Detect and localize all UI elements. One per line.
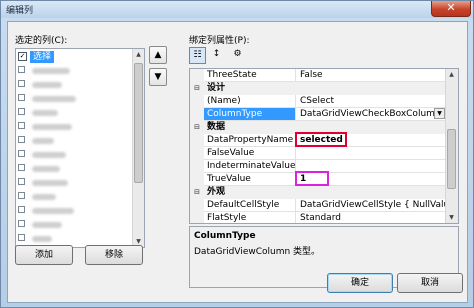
list-item-selected[interactable]: ✓ 选择 [18, 51, 128, 63]
column-icon [18, 178, 25, 185]
list-item-label: 选择 [30, 51, 55, 63]
collapse-icon[interactable]: ⊟ [190, 82, 204, 95]
column-icon [18, 150, 25, 157]
property-row-columntype[interactable]: ColumnType DataGridViewCheckBoxColumn ▼ [190, 108, 446, 121]
column-icon [18, 94, 25, 101]
move-down-icon: ▼ [154, 72, 162, 82]
list-item[interactable] [18, 219, 128, 231]
scroll-thumb[interactable] [447, 129, 456, 189]
list-item[interactable] [18, 163, 128, 175]
dialog-body: 选定的列(C): ✓ 选择 ▲ ▼ ▲ ▼ 添加 移除 绑定列属性(P): ☷ … [7, 21, 468, 303]
column-icon [18, 206, 25, 213]
column-icon [18, 66, 25, 73]
blurred-item-text [32, 222, 62, 228]
selected-columns-list[interactable]: ✓ 选择 ▲ ▼ [15, 48, 145, 248]
scroll-thumb[interactable] [134, 63, 143, 183]
categorized-button[interactable]: ☷ [189, 47, 206, 64]
column-icon [18, 164, 25, 171]
alphabetical-button[interactable]: ↕ [208, 47, 225, 64]
move-down-button[interactable]: ▼ [149, 68, 167, 86]
blurred-item-text [32, 110, 58, 116]
column-icon [18, 122, 25, 129]
description-text: DataGridViewColumn 类型。 [194, 247, 321, 257]
collapse-icon[interactable]: ⊟ [190, 121, 204, 134]
collapse-icon[interactable]: ⊟ [190, 186, 204, 199]
move-up-button[interactable]: ▲ [149, 46, 167, 64]
blurred-item-text [32, 180, 68, 186]
list-item[interactable] [18, 177, 128, 189]
alphabetical-icon: ↕ [212, 49, 221, 59]
grid-scrollbar[interactable]: ▲ ▼ [445, 69, 458, 223]
column-icon [18, 108, 25, 115]
column-icon [18, 192, 25, 199]
description-title: ColumnType [194, 231, 256, 241]
list-item[interactable] [18, 79, 128, 91]
scroll-up-icon[interactable]: ▲ [133, 49, 144, 60]
highlight-box-red [295, 132, 347, 147]
list-item[interactable] [18, 65, 128, 77]
blurred-item-text [32, 138, 54, 144]
blurred-item-text [32, 82, 62, 88]
ok-button[interactable]: 确定 [327, 273, 393, 293]
category-appearance[interactable]: ⊟ 外观 [190, 186, 446, 199]
checkbox-icon: ✓ [18, 52, 27, 61]
property-grid: ThreeState False ⊟ 设计 (Name) CSelect Col… [189, 68, 459, 224]
column-icon [18, 220, 25, 227]
property-row-name[interactable]: (Name) CSelect [190, 95, 446, 108]
edit-columns-dialog: 编辑列 ✕ 选定的列(C): ✓ 选择 ▲ ▼ ▲ ▼ 添加 移除 绑定列属性(… [0, 0, 474, 308]
blurred-item-text [32, 68, 70, 74]
list-item[interactable] [18, 135, 128, 147]
column-icon [18, 136, 25, 143]
property-pages-icon: ⚙ [233, 49, 242, 59]
categorized-icon: ☷ [193, 50, 202, 60]
list-item[interactable] [18, 107, 128, 119]
list-item[interactable] [18, 233, 128, 245]
cancel-button[interactable]: 取消 [397, 273, 463, 293]
blurred-item-text [32, 124, 72, 130]
blurred-item-text [32, 194, 56, 200]
blurred-item-text [32, 166, 60, 172]
add-button[interactable]: 添加 [15, 245, 73, 265]
property-pages-button[interactable]: ⚙ [229, 47, 246, 64]
property-row-falsevalue[interactable]: FalseValue [190, 147, 446, 160]
blurred-item-text [32, 152, 66, 158]
remove-button[interactable]: 移除 [85, 245, 143, 265]
property-row-defaultcellstyle[interactable]: DefaultCellStyle DataGridViewCellStyle {… [190, 199, 446, 212]
list-item[interactable] [18, 93, 128, 105]
window-title: 编辑列 [6, 6, 34, 16]
selected-columns-label: 选定的列(C): [15, 36, 68, 46]
dropdown-arrow-icon[interactable]: ▼ [434, 108, 445, 119]
bound-column-properties-label: 绑定列属性(P): [189, 36, 250, 46]
highlight-box-magenta [295, 171, 329, 186]
close-button[interactable]: ✕ [431, 1, 471, 17]
list-item[interactable] [18, 149, 128, 161]
property-row-threestate[interactable]: ThreeState False [190, 69, 446, 82]
column-icon [18, 80, 25, 87]
column-icon [18, 234, 25, 241]
list-scrollbar[interactable]: ▲ ▼ [132, 49, 144, 247]
blurred-item-text [32, 236, 52, 242]
scroll-up-icon[interactable]: ▲ [446, 69, 457, 80]
close-icon: ✕ [446, 1, 456, 14]
list-item[interactable] [18, 205, 128, 217]
list-item[interactable] [18, 191, 128, 203]
property-row-flatstyle[interactable]: FlatStyle Standard [190, 212, 446, 223]
category-design[interactable]: ⊟ 设计 [190, 82, 446, 95]
title-bar[interactable]: 编辑列 ✕ [1, 1, 473, 18]
list-item[interactable] [18, 121, 128, 133]
move-up-icon: ▲ [154, 50, 162, 60]
scroll-down-icon[interactable]: ▼ [446, 212, 457, 223]
blurred-item-text [32, 96, 76, 102]
blurred-item-text [32, 208, 74, 214]
